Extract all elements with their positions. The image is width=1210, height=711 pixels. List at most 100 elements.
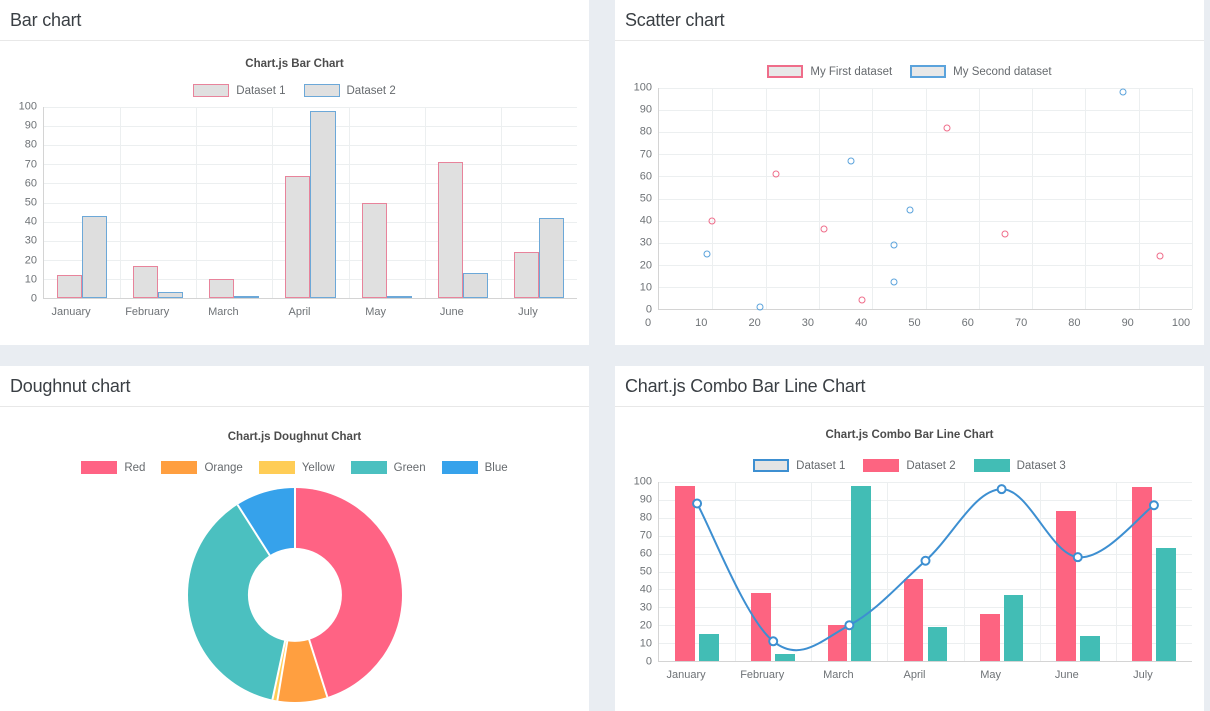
y-tick-label: 0 xyxy=(645,655,652,668)
y-tick-label: 90 xyxy=(639,103,652,116)
y-tick-label: 50 xyxy=(639,192,652,205)
bar-category-group xyxy=(425,107,501,298)
doughnut-legend-item[interactable]: Red xyxy=(81,461,145,474)
x-tick-label: April xyxy=(903,669,926,681)
doughnut-legend-label: Blue xyxy=(484,461,508,474)
bar-dataset-2[interactable] xyxy=(538,217,565,298)
doughnut-legend-swatch xyxy=(350,461,387,474)
combo-legend-item[interactable]: Dataset 1 xyxy=(753,459,845,472)
scatter-point-series-2[interactable] xyxy=(890,241,898,249)
scatter-chart-panel: Scatter chart My First dataset My Second … xyxy=(615,0,1204,345)
scatter-point-series-1[interactable] xyxy=(820,225,828,233)
bar-dataset-1[interactable] xyxy=(437,162,463,298)
scatter-point-series-1[interactable] xyxy=(1001,230,1009,238)
scatter-point-series-2[interactable] xyxy=(703,250,711,258)
gridline-vertical xyxy=(1138,88,1140,309)
combo-legend-item[interactable]: Dataset 3 xyxy=(973,459,1066,472)
y-tick-label: 40 xyxy=(24,215,37,228)
doughnut-legend-item[interactable]: Yellow xyxy=(258,461,335,474)
doughnut-chart-legend: Red Orange Yellow Green Blue xyxy=(10,461,579,474)
doughnut-legend-swatch xyxy=(258,461,295,474)
bar-dataset-1[interactable] xyxy=(56,275,83,298)
bar-legend-item[interactable]: Dataset 2 xyxy=(303,84,396,97)
bar-dataset-2[interactable] xyxy=(386,296,412,298)
combo-line-marker[interactable] xyxy=(692,498,703,509)
doughnut-legend-item[interactable]: Orange xyxy=(161,461,243,474)
doughnut-legend-label: Red xyxy=(124,461,146,474)
scatter-point-series-2[interactable] xyxy=(847,157,855,165)
x-tick-label: June xyxy=(1054,669,1079,681)
scatter-chart-plot-area: 0 10 20 30 40 50 60 70 80 90 100 xyxy=(625,82,1194,315)
scatter-chart-y-axis: 0 10 20 30 40 50 60 70 80 90 100 xyxy=(625,82,655,315)
scatter-point-series-1[interactable] xyxy=(772,170,780,178)
doughnut-legend-item[interactable]: Green xyxy=(350,461,426,474)
y-tick-label: 30 xyxy=(24,234,37,247)
combo-line-marker[interactable] xyxy=(768,636,779,647)
bar-dataset-2[interactable] xyxy=(310,110,336,298)
scatter-point-series-2[interactable] xyxy=(906,206,913,214)
gridline-vertical xyxy=(1192,88,1193,309)
doughnut-slice-separator xyxy=(293,594,328,698)
gridline-vertical xyxy=(712,88,714,309)
x-tick-label: 30 xyxy=(801,317,815,329)
combo-line-marker[interactable] xyxy=(996,484,1007,495)
doughnut-legend-label: Yellow xyxy=(301,461,335,474)
bar-chart-legend: Dataset 1 Dataset 2 xyxy=(10,84,579,97)
y-tick-label: 0 xyxy=(645,303,652,316)
combo-line-marker[interactable] xyxy=(844,620,855,631)
bar-dataset-1[interactable] xyxy=(209,278,235,298)
bar-dataset-1[interactable] xyxy=(513,252,539,298)
y-tick-label: 70 xyxy=(24,158,37,171)
y-tick-label: 30 xyxy=(639,236,652,249)
combo-legend-label: Dataset 3 xyxy=(1016,459,1066,472)
combo-line-marker[interactable] xyxy=(1148,500,1159,511)
combo-legend-label: Dataset 1 xyxy=(796,459,846,472)
bar-dataset-2[interactable] xyxy=(234,296,260,298)
x-tick-label: 20 xyxy=(748,317,761,329)
bar-category-group xyxy=(196,107,272,298)
bar-dataset-1[interactable] xyxy=(361,202,387,298)
bar-dataset-2[interactable] xyxy=(158,292,184,298)
scatter-legend-item[interactable]: My Second dataset xyxy=(910,65,1052,78)
scatter-point-series-2[interactable] xyxy=(756,303,764,311)
bar-dataset-2[interactable] xyxy=(462,273,488,298)
scatter-legend-item[interactable]: My First dataset xyxy=(767,65,892,78)
combo-line-marker[interactable] xyxy=(920,555,931,566)
scatter-point-series-2[interactable] xyxy=(1119,88,1127,96)
y-tick-label: 80 xyxy=(639,511,652,524)
x-tick-label: February xyxy=(125,306,170,318)
x-tick-label: January xyxy=(51,306,91,318)
scatter-point-series-1[interactable] xyxy=(708,217,716,225)
doughnut-legend-item[interactable]: Blue xyxy=(441,461,508,474)
bar-dataset-2[interactable] xyxy=(82,215,108,298)
scatter-chart-plot xyxy=(658,88,1193,311)
x-tick-label: May xyxy=(980,669,1002,681)
scatter-point-series-1[interactable] xyxy=(858,296,866,304)
doughnut-legend-label: Green xyxy=(393,461,426,474)
bar-dataset-1[interactable] xyxy=(133,265,159,298)
bar-category-group xyxy=(272,107,348,298)
bar-category-group xyxy=(120,107,196,298)
scatter-point-series-1[interactable] xyxy=(943,124,951,132)
combo-line-marker[interactable] xyxy=(1072,552,1083,563)
combo-chart-panel-header: Chart.js Combo Bar Line Chart xyxy=(615,366,1204,407)
gridline-vertical xyxy=(1085,88,1087,309)
combo-legend-label: Dataset 2 xyxy=(906,459,956,472)
x-tick-label: 10 xyxy=(695,317,708,329)
combo-chart-legend: Dataset 1 Dataset 2 Dataset 3 xyxy=(625,459,1194,472)
panel-title: Scatter chart xyxy=(625,9,725,30)
bar-dataset-1[interactable] xyxy=(285,175,311,298)
bar-chart-plot-area: 0 10 20 30 40 50 60 70 80 90 100 xyxy=(10,101,579,304)
gridline-vertical xyxy=(1032,88,1034,309)
combo-legend-swatch xyxy=(863,459,900,472)
scatter-point-series-2[interactable] xyxy=(890,278,898,286)
scatter-point-series-1[interactable] xyxy=(1156,252,1164,260)
y-tick-label: 40 xyxy=(639,583,652,596)
gridline-vertical xyxy=(925,88,927,309)
y-tick-label: 20 xyxy=(24,254,37,267)
combo-legend-item[interactable]: Dataset 2 xyxy=(863,459,956,472)
y-tick-label: 0 xyxy=(30,292,37,305)
scatter-chart-legend: My First dataset My Second dataset xyxy=(625,65,1194,78)
combo-chart-plot xyxy=(658,482,1192,662)
bar-legend-item[interactable]: Dataset 1 xyxy=(193,84,286,97)
